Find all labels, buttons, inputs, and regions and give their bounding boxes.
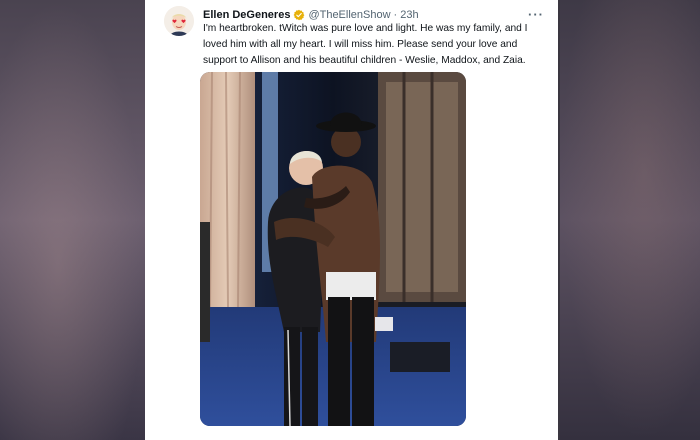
author-name[interactable]: Ellen DeGeneres	[203, 9, 290, 21]
tweet-card[interactable]: Ellen DeGeneres @TheEllenShow · 23h ··· …	[145, 0, 558, 440]
background-blur-left	[0, 0, 145, 440]
avatar-illustration	[164, 6, 194, 36]
tweet-photo[interactable]	[200, 72, 466, 426]
background-blur-right	[560, 0, 700, 440]
tweet-text: I'm heartbroken. tWitch was pure love an…	[203, 23, 528, 66]
photo-illustration	[200, 72, 466, 426]
separator-dot: ·	[393, 9, 398, 21]
more-horizontal-icon[interactable]: ···	[528, 7, 544, 22]
verified-badge-icon	[293, 9, 305, 21]
avatar[interactable]	[164, 6, 194, 36]
author-handle[interactable]: @TheEllenShow	[308, 9, 390, 21]
timestamp[interactable]: 23h	[400, 9, 418, 21]
